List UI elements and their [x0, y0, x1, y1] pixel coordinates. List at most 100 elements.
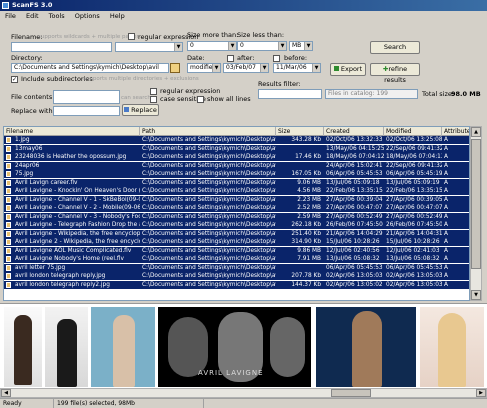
table-row[interactable]: 75.jpg C:\Documents and Settings\kymich\D…	[4, 170, 469, 179]
table-cell: 18/May/06 07:04:13	[386, 154, 442, 160]
column-path[interactable]: Path	[140, 127, 276, 136]
filename-hint: supports wildcards + multiple patter	[38, 34, 139, 40]
chevron-down-icon[interactable]: ▼	[260, 64, 268, 72]
before-date-input[interactable]: 11/Mar/06 ▼	[273, 63, 321, 73]
filename-pattern-combo[interactable]: ▼	[115, 42, 183, 52]
scroll-thumb[interactable]	[471, 139, 481, 269]
column-size[interactable]: Size	[276, 127, 324, 136]
column-modified[interactable]: Modified	[384, 127, 442, 136]
table-cell: Avril Lavigne - Channel V - 2 - Mobile(0…	[15, 205, 140, 211]
scroll-thumb[interactable]	[331, 389, 371, 397]
replace-input[interactable]	[53, 106, 120, 116]
results-filter-input[interactable]	[258, 89, 322, 99]
table-row[interactable]: Avril Lavigne Nobody's Home (reel.flv C:\…	[4, 255, 469, 264]
table-cell: 24apr06	[15, 162, 40, 169]
table-cell: 15/Jul/06 10:28:26	[386, 239, 440, 245]
menu-tools[interactable]: Tools	[49, 12, 65, 20]
table-row[interactable]: 13may06 C:\Documents and Settings\kymich\…	[4, 144, 469, 153]
scroll-right-icon[interactable]: ▶	[476, 389, 486, 397]
table-row[interactable]: Avril Lavigne - Channel V - 2 - Mobile(0…	[4, 204, 469, 213]
table-cell: 2.52 MB	[297, 205, 321, 211]
refine-results-button[interactable]: ✚refine results	[370, 63, 420, 84]
menu-options[interactable]: Options	[75, 12, 100, 20]
column-filename[interactable]: Filename	[4, 127, 140, 136]
chevron-down-icon[interactable]: ▼	[228, 42, 236, 50]
column-attributes[interactable]: Attributes	[442, 127, 469, 136]
window-title: ScanFS 3.0	[12, 1, 53, 9]
horizontal-scrollbar[interactable]: ◀ ▶	[0, 388, 487, 398]
after-date-input[interactable]: 03/Feb/07 ▼	[223, 63, 269, 73]
file-icon	[6, 162, 11, 169]
thumbnail-image[interactable]	[316, 307, 416, 387]
table-cell: 13may06	[15, 145, 43, 152]
scroll-down-icon[interactable]: ▼	[471, 290, 481, 300]
menu-help[interactable]: Help	[110, 12, 125, 20]
table-cell: avril letter 75.jpg	[15, 264, 66, 271]
table-row[interactable]: Avril Lavigne - Wikipedia, the free ency…	[4, 229, 469, 238]
vertical-scrollbar[interactable]: ▲ ▼	[470, 126, 482, 301]
before-checkbox[interactable]	[273, 55, 280, 62]
table-row[interactable]: Avril Lavigne - Channel V - 3 - Nobody's…	[4, 212, 469, 221]
show-all-lines-checkbox[interactable]	[197, 96, 204, 103]
table-row[interactable]: 23248036 is Heather the opossum.jpg C:\Do…	[4, 153, 469, 162]
table-cell: 2.23 MB	[297, 196, 321, 203]
table-row[interactable]: Avril Lavigne AOL Music Complicated.flv C…	[4, 246, 469, 255]
replace-button[interactable]: Replace	[122, 104, 159, 116]
table-row[interactable]: avril london telegraph reply.jpg C:\Docum…	[4, 272, 469, 281]
thumbnail-image[interactable]	[420, 307, 484, 387]
filename-input[interactable]	[11, 42, 112, 52]
column-created[interactable]: Created	[324, 127, 384, 136]
size-more-input[interactable]: 0 ▼	[187, 41, 237, 51]
table-row[interactable]: Avril Lavigne - Channel V - 1 - SkBeBoi(…	[4, 195, 469, 204]
case-sensitive-checkbox[interactable]	[150, 96, 157, 103]
file-icon	[6, 273, 11, 279]
replace-label: Replace with:	[11, 107, 55, 115]
scroll-left-icon[interactable]: ◀	[1, 389, 11, 397]
table-body: 1.jpg C:\Documents and Settings\kymich\De…	[4, 136, 469, 300]
table-cell: 12/Jul/06 02:41:03	[386, 247, 440, 254]
file-icon	[6, 264, 11, 271]
after-checkbox[interactable]	[227, 55, 234, 62]
chevron-down-icon[interactable]: ▼	[212, 64, 220, 72]
status-bar: Ready 199 file(s) selected, 98Mb	[0, 398, 487, 408]
table-cell: 22/Sep/06 09:41:32	[386, 162, 442, 169]
export-button[interactable]: Export	[330, 63, 366, 76]
size-less-input[interactable]: 0 ▼	[237, 41, 287, 51]
chevron-down-icon[interactable]: ▼	[278, 42, 286, 50]
results-table[interactable]: Filename Path Size Created Modified Attr…	[3, 126, 470, 301]
folder-icon[interactable]	[170, 63, 180, 73]
table-row[interactable]: Avril Lavigne - Knockin' On Heaven's Doo…	[4, 187, 469, 196]
search-button[interactable]: Search	[370, 41, 420, 54]
table-row[interactable]: 24apr06 C:\Documents and Settings\kymich\…	[4, 161, 469, 170]
table-cell: A	[444, 162, 448, 169]
table-cell: C:\Documents and Settings\kymich\Desktop…	[142, 213, 276, 220]
date-mode-select[interactable]: modified ▼	[187, 63, 221, 73]
thumbnail-image[interactable]	[4, 307, 42, 387]
chevron-down-icon[interactable]: ▼	[304, 42, 312, 50]
table-cell: 167.05 Kb	[291, 171, 321, 177]
table-row[interactable]: Avril Lavign career.flv C:\Documents and …	[4, 178, 469, 187]
directory-input[interactable]: C:\Documents and Settings\kymich\Desktop…	[11, 63, 169, 73]
contents-regex-checkbox[interactable]	[150, 88, 157, 95]
thumbnail-image[interactable]	[45, 307, 88, 387]
size-unit-select[interactable]: MB ▼	[289, 41, 313, 51]
table-cell: 207.78 Kb	[291, 273, 321, 279]
thumbnail-image[interactable]	[91, 307, 155, 387]
table-cell: avril london telegraph reply.jpg	[15, 273, 106, 279]
table-row[interactable]: Avril Lavigne - Telegraph Fashion Drop t…	[4, 221, 469, 230]
table-row[interactable]: Avril Lavigne 2 - Wikipedia, the free en…	[4, 238, 469, 247]
menu-edit[interactable]: Edit	[26, 12, 39, 20]
include-subdirectories-checkbox[interactable]: ✓	[11, 76, 18, 83]
table-cell: 26/Feb/06 07:45:50	[386, 222, 442, 228]
chevron-down-icon[interactable]: ▼	[312, 64, 320, 72]
table-row[interactable]: 1.jpg C:\Documents and Settings\kymich\De…	[4, 136, 469, 145]
directory-label: Directory:	[11, 54, 43, 62]
thumbnail-image[interactable]: AVRIL LAVIGNE	[158, 307, 311, 387]
filename-regex-checkbox[interactable]	[128, 33, 135, 40]
file-contents-input[interactable]	[53, 90, 120, 104]
table-row[interactable]: avril letter 75.jpg C:\Documents and Sett…	[4, 263, 469, 272]
scroll-up-icon[interactable]: ▲	[471, 127, 481, 137]
table-row[interactable]: avril london telegraph reply2.jpg C:\Docu…	[4, 280, 469, 289]
chevron-down-icon[interactable]: ▼	[174, 43, 182, 51]
menu-file[interactable]: File	[5, 12, 16, 20]
